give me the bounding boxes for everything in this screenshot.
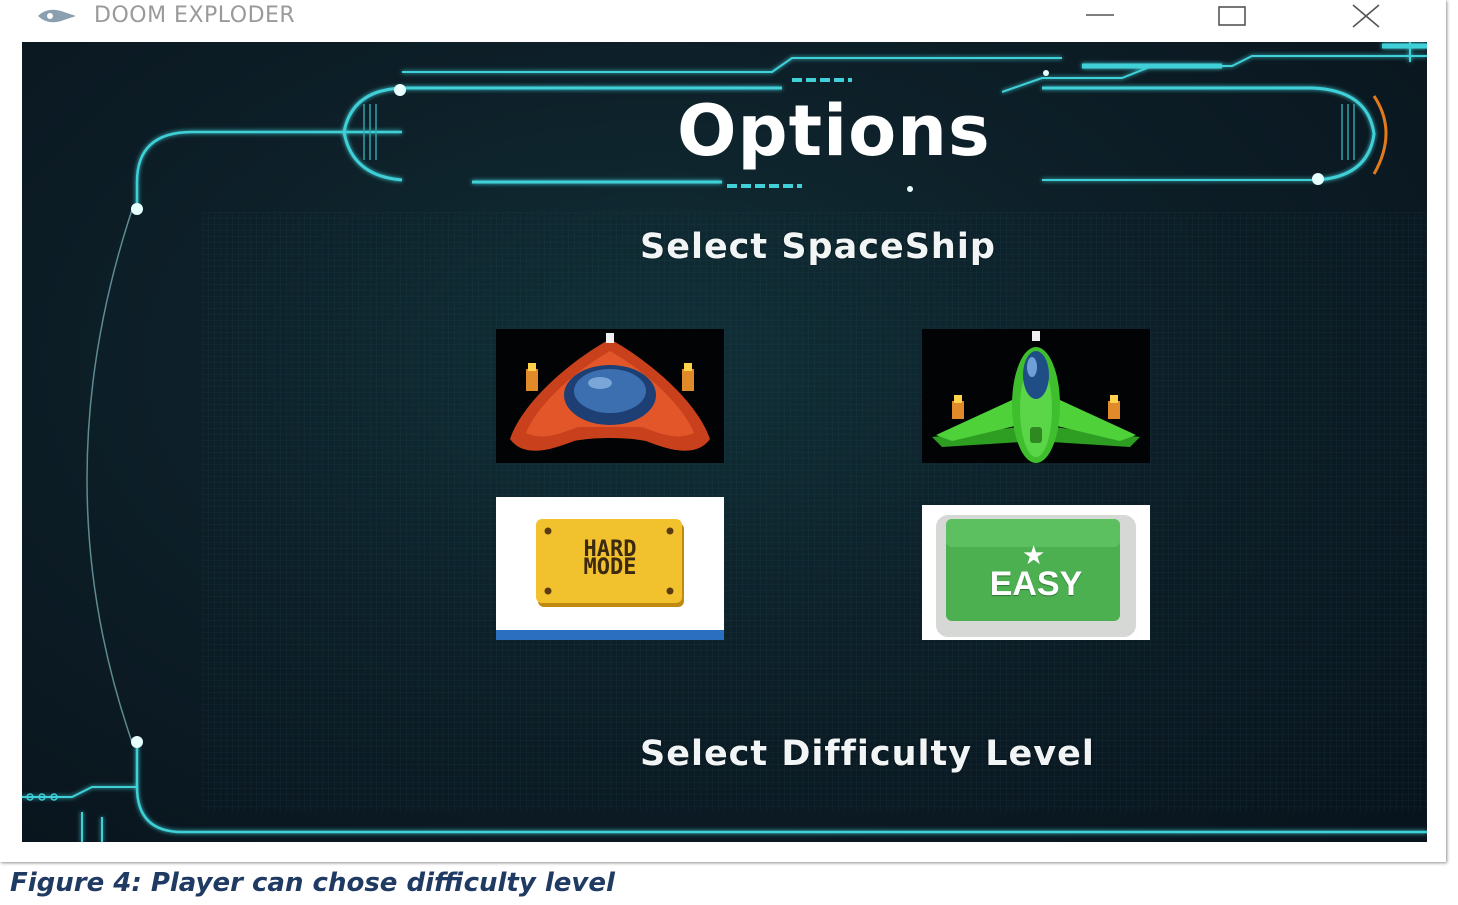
red-spaceship-icon [510, 333, 710, 451]
close-icon [1352, 4, 1380, 28]
red-spaceship-button[interactable] [496, 329, 724, 463]
easy-label: EASY [989, 565, 1083, 603]
close-button[interactable] [1336, 0, 1396, 34]
maximize-button[interactable] [1202, 0, 1262, 34]
hard-label-line2: MODE [583, 555, 637, 580]
minimize-button[interactable] [1070, 0, 1130, 34]
hard-mode-button[interactable]: HARD MODE [496, 497, 724, 640]
easy-button[interactable]: ★ EASY [922, 505, 1150, 640]
title-bar[interactable]: DOOM EXPLODER [0, 0, 1446, 40]
options-heading: Options [677, 90, 991, 172]
figure-caption: Figure 4: Player can chose difficulty le… [10, 868, 615, 898]
window-title: DOOM EXPLODER [94, 3, 296, 28]
maximize-icon [1218, 6, 1246, 26]
green-spaceship-icon [932, 331, 1140, 463]
game-canvas: Options Select SpaceShip Select Difficul… [22, 42, 1427, 842]
hard-mode-label: HARD MODE [540, 539, 680, 580]
app-icon [38, 9, 76, 23]
minimize-icon [1086, 14, 1114, 16]
green-spaceship-button[interactable] [922, 329, 1150, 463]
select-spaceship-label: Select SpaceShip [640, 227, 996, 267]
game-window: DOOM EXPLODER Options Select SpaceShip S… [0, 0, 1446, 862]
select-difficulty-label: Select Difficulty Level [640, 734, 1095, 774]
